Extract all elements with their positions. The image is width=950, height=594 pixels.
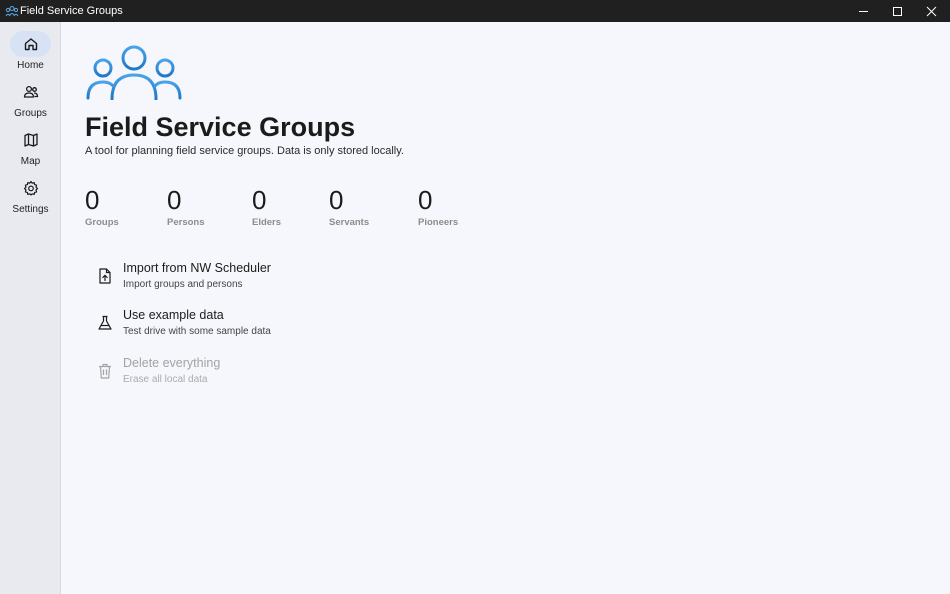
close-icon (926, 6, 936, 16)
stat-label: Pioneers (418, 217, 459, 228)
stat-elders: 0 Elders (252, 186, 281, 228)
import-nw-scheduler-button[interactable]: Import from NW Scheduler Import groups a… (92, 261, 392, 301)
sidebar-item-home[interactable]: Home (0, 26, 61, 71)
sidebar-item-settings[interactable]: Settings (0, 170, 61, 215)
file-upload-icon (99, 268, 111, 284)
page-subtitle: A tool for planning field service groups… (85, 145, 404, 157)
people-group-icon (86, 45, 182, 100)
stat-value: 0 (329, 185, 344, 215)
people-icon (23, 85, 38, 98)
action-subtitle: Import groups and persons (123, 279, 243, 290)
page-title: Field Service Groups (85, 112, 356, 142)
action-subtitle: Erase all local data (123, 374, 208, 385)
window-title: Field Service Groups (20, 5, 123, 17)
sidebar-item-label: Map (20, 156, 41, 167)
app-people-icon (5, 6, 19, 17)
stat-groups: 0 Groups (85, 186, 119, 228)
stat-value: 0 (252, 185, 267, 215)
sidebar: Home Groups Map Settings (0, 22, 61, 594)
delete-everything-button[interactable]: Delete everything Erase all local data (92, 356, 392, 396)
stat-servants: 0 Servants (329, 186, 369, 228)
home-icon-pill (10, 31, 51, 57)
sidebar-item-label: Groups (14, 108, 47, 119)
maximize-button[interactable] (880, 0, 914, 22)
home-page: Field Service Groups A tool for planning… (62, 22, 950, 594)
stat-label: Servants (329, 217, 370, 228)
title-bar[interactable]: Field Service Groups (0, 0, 950, 22)
groups-icon-pill (10, 79, 51, 105)
flask-icon (98, 315, 112, 330)
use-example-data-button[interactable]: Use example data Test drive with some sa… (92, 308, 392, 348)
minimize-button[interactable] (846, 0, 880, 22)
maximize-icon (892, 6, 902, 16)
minimize-icon (858, 10, 868, 12)
stat-persons: 0 Persons (167, 186, 205, 228)
stat-label: Elders (252, 217, 282, 228)
stat-label: Persons (167, 217, 205, 228)
stat-value: 0 (167, 185, 182, 215)
sidebar-item-map[interactable]: Map (0, 122, 61, 167)
action-title: Delete everything (123, 356, 221, 370)
action-subtitle: Test drive with some sample data (123, 326, 271, 337)
sidebar-item-groups[interactable]: Groups (0, 74, 61, 119)
sidebar-item-label: Settings (12, 204, 49, 215)
action-title: Use example data (123, 308, 224, 322)
stat-value: 0 (418, 185, 433, 215)
trash-icon (99, 363, 111, 379)
map-icon (23, 133, 38, 147)
sidebar-item-label: Home (17, 60, 44, 71)
map-icon-pill (10, 127, 51, 153)
stat-pioneers: 0 Pioneers (418, 186, 458, 228)
action-title: Import from NW Scheduler (123, 261, 271, 275)
stat-value: 0 (85, 185, 100, 215)
settings-icon-pill (10, 175, 51, 201)
gear-icon (23, 180, 38, 196)
home-icon (24, 38, 37, 51)
close-button[interactable] (914, 0, 948, 22)
stat-label: Groups (85, 217, 119, 228)
